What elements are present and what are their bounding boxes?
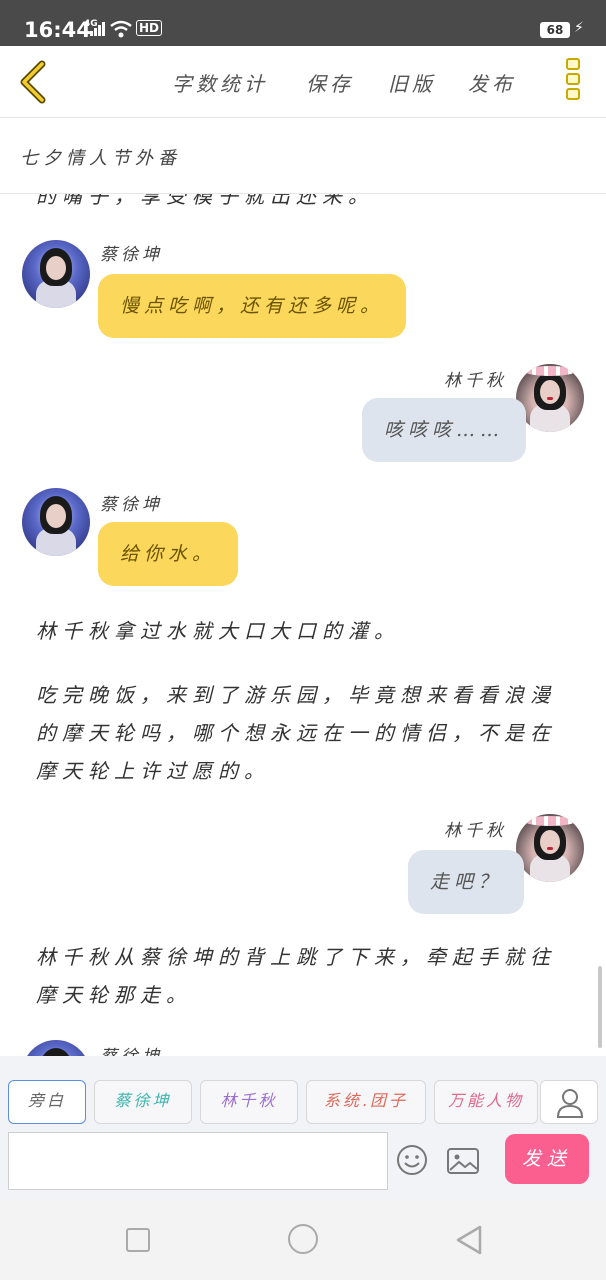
role-chip-universal[interactable]: 万能人物 (434, 1080, 538, 1124)
message-bubble[interactable]: 给你水。 (98, 522, 239, 586)
message-bubble[interactable]: 咳咳咳…… (362, 398, 527, 462)
charging-icon: ⚡ (574, 20, 584, 36)
send-button[interactable]: 发送 (505, 1134, 589, 1184)
message-bubble[interactable]: 走吧？ (408, 850, 525, 914)
image-icon[interactable] (446, 1146, 480, 1176)
more-vertical-icon[interactable] (562, 58, 584, 108)
cut-off-text: 的嘴子，享受模子就出还来。 (36, 194, 374, 208)
role-chip-narrator[interactable]: 旁白 (8, 1080, 86, 1124)
hd-badge: HD (136, 20, 163, 36)
avatar[interactable] (516, 364, 584, 432)
status-time: 16:44 (24, 18, 91, 42)
avatar[interactable] (516, 814, 584, 882)
story-content[interactable]: 的嘴子，享受模子就出还来。 蔡徐坤 慢点吃啊，还有还多呢。 林千秋 咳咳咳…… … (0, 194, 606, 1056)
role-chip-lin-qianqiu[interactable]: 林千秋 (200, 1080, 298, 1124)
role-chip-system[interactable]: 系统.团子 (306, 1080, 426, 1124)
wifi-icon (110, 20, 132, 38)
role-manager-button[interactable] (540, 1080, 598, 1124)
old-version-button[interactable]: 旧版 (388, 68, 436, 97)
chapter-title: 七夕情人节外番 (20, 148, 181, 169)
system-nav-bar (0, 1200, 606, 1280)
speaker-name: 蔡徐坤 (100, 1042, 163, 1056)
publish-button[interactable]: 发布 (468, 68, 516, 97)
nav-back-icon[interactable] (454, 1224, 484, 1256)
status-bar: 16:44 4G HD 68 ⚡ (0, 0, 606, 46)
message-input[interactable] (8, 1132, 388, 1190)
recent-apps-icon[interactable] (126, 1228, 150, 1252)
narration-text[interactable]: 林千秋从蔡徐坤的背上跳了下来，牵起手就往摩天轮那走。 (36, 938, 576, 1014)
message-bubble[interactable]: 慢点吃啊，还有还多呢。 (98, 274, 407, 338)
input-panel: 旁白 蔡徐坤 林千秋 系统.团子 万能人物 发送 (0, 1056, 606, 1200)
speaker-name: 蔡徐坤 (100, 245, 163, 265)
role-chip-cai-xukun[interactable]: 蔡徐坤 (94, 1080, 192, 1124)
narration-text[interactable]: 吃完晚饭，来到了游乐园，毕竟想来看看浪漫的摩天轮吗，哪个想永远在一的情侣，不是在… (36, 676, 576, 790)
chevron-left-icon (20, 60, 46, 104)
word-count-button[interactable]: 字数统计 (172, 68, 268, 97)
back-button[interactable] (14, 58, 54, 106)
avatar[interactable] (22, 1040, 90, 1056)
battery-icon: 68 (540, 22, 570, 38)
narration-text[interactable]: 林千秋拿过水就大口大口的灌。 (36, 612, 576, 650)
home-icon[interactable] (288, 1224, 318, 1254)
emoji-icon[interactable] (396, 1144, 428, 1176)
speaker-name: 蔡徐坤 (100, 495, 163, 515)
chapter-title-bar[interactable]: 七夕情人节外番 (0, 118, 606, 194)
speaker-name: 林千秋 (444, 371, 507, 391)
person-icon (556, 1089, 584, 1118)
scrollbar[interactable] (598, 966, 602, 1048)
speaker-name: 林千秋 (444, 821, 507, 841)
avatar[interactable] (22, 488, 90, 556)
avatar[interactable] (22, 240, 90, 308)
save-button[interactable]: 保存 (306, 68, 354, 97)
signal-icon (90, 22, 106, 36)
top-toolbar: 字数统计 保存 旧版 发布 (0, 46, 606, 118)
